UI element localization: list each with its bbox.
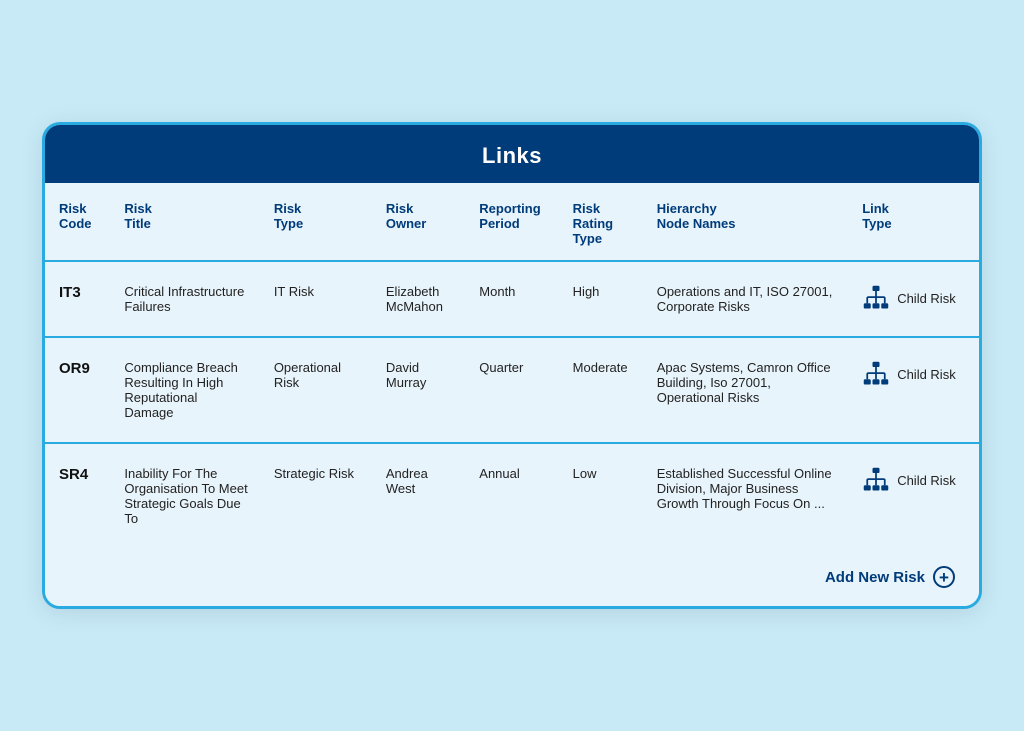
cell-hierarchy: Established Successful Online Division, … — [643, 443, 848, 548]
cell-risk-title: Inability For The Organisation To Meet S… — [110, 443, 259, 548]
hierarchy-icon — [862, 360, 890, 388]
col-header-reporting-period: ReportingPeriod — [465, 183, 558, 261]
cell-risk-owner: David Murray — [372, 337, 465, 443]
cell-risk-rating: Low — [559, 443, 643, 548]
cell-reporting-period: Month — [465, 261, 558, 337]
add-new-risk-label: Add New Risk — [825, 569, 925, 586]
table-row: SR4 Inability For The Organisation To Me… — [45, 443, 979, 548]
link-type-label: Child Risk — [897, 367, 956, 382]
link-type-label: Child Risk — [897, 473, 956, 488]
card-title: Links — [482, 143, 542, 168]
table-row: IT3 Critical Infrastructure Failures IT … — [45, 261, 979, 337]
cell-risk-type: IT Risk — [260, 261, 372, 337]
cell-risk-code: SR4 — [45, 443, 110, 548]
cell-risk-owner: Elizabeth McMahon — [372, 261, 465, 337]
cell-reporting-period: Quarter — [465, 337, 558, 443]
cell-risk-rating: Moderate — [559, 337, 643, 443]
cell-hierarchy: Operations and IT, ISO 27001, Corporate … — [643, 261, 848, 337]
hierarchy-icon — [862, 466, 890, 494]
cell-risk-type: Operational Risk — [260, 337, 372, 443]
table-footer: Add New Risk + — [45, 548, 979, 606]
cell-risk-title: Critical Infrastructure Failures — [110, 261, 259, 337]
links-card: Links RiskCode RiskTitle RiskType RiskOw… — [42, 122, 982, 609]
cell-risk-rating: High — [559, 261, 643, 337]
cell-risk-owner: Andrea West — [372, 443, 465, 548]
links-table: RiskCode RiskTitle RiskType RiskOwner Re… — [45, 183, 979, 548]
col-header-risk-code: RiskCode — [45, 183, 110, 261]
cell-reporting-period: Annual — [465, 443, 558, 548]
add-new-risk-icon: + — [933, 566, 955, 588]
cell-risk-title: Compliance Breach Resulting In High Repu… — [110, 337, 259, 443]
cell-risk-type: Strategic Risk — [260, 443, 372, 548]
col-header-risk-type: RiskType — [260, 183, 372, 261]
cell-hierarchy: Apac Systems, Camron Office Building, Is… — [643, 337, 848, 443]
cell-risk-code: OR9 — [45, 337, 110, 443]
cell-link-type: Child Risk — [848, 337, 979, 443]
add-new-risk-button[interactable]: Add New Risk + — [825, 566, 955, 588]
col-header-hierarchy: HierarchyNode Names — [643, 183, 848, 261]
col-header-link-type: LinkType — [848, 183, 979, 261]
hierarchy-icon — [862, 284, 890, 312]
table-row: OR9 Compliance Breach Resulting In High … — [45, 337, 979, 443]
cell-link-type: Child Risk — [848, 261, 979, 337]
link-type-label: Child Risk — [897, 291, 956, 306]
card-header: Links — [45, 125, 979, 183]
col-header-risk-owner: RiskOwner — [372, 183, 465, 261]
cell-link-type: Child Risk — [848, 443, 979, 548]
col-header-risk-rating: Risk RatingType — [559, 183, 643, 261]
col-header-risk-title: RiskTitle — [110, 183, 259, 261]
cell-risk-code: IT3 — [45, 261, 110, 337]
table-container: RiskCode RiskTitle RiskType RiskOwner Re… — [45, 183, 979, 606]
table-header-row: RiskCode RiskTitle RiskType RiskOwner Re… — [45, 183, 979, 261]
